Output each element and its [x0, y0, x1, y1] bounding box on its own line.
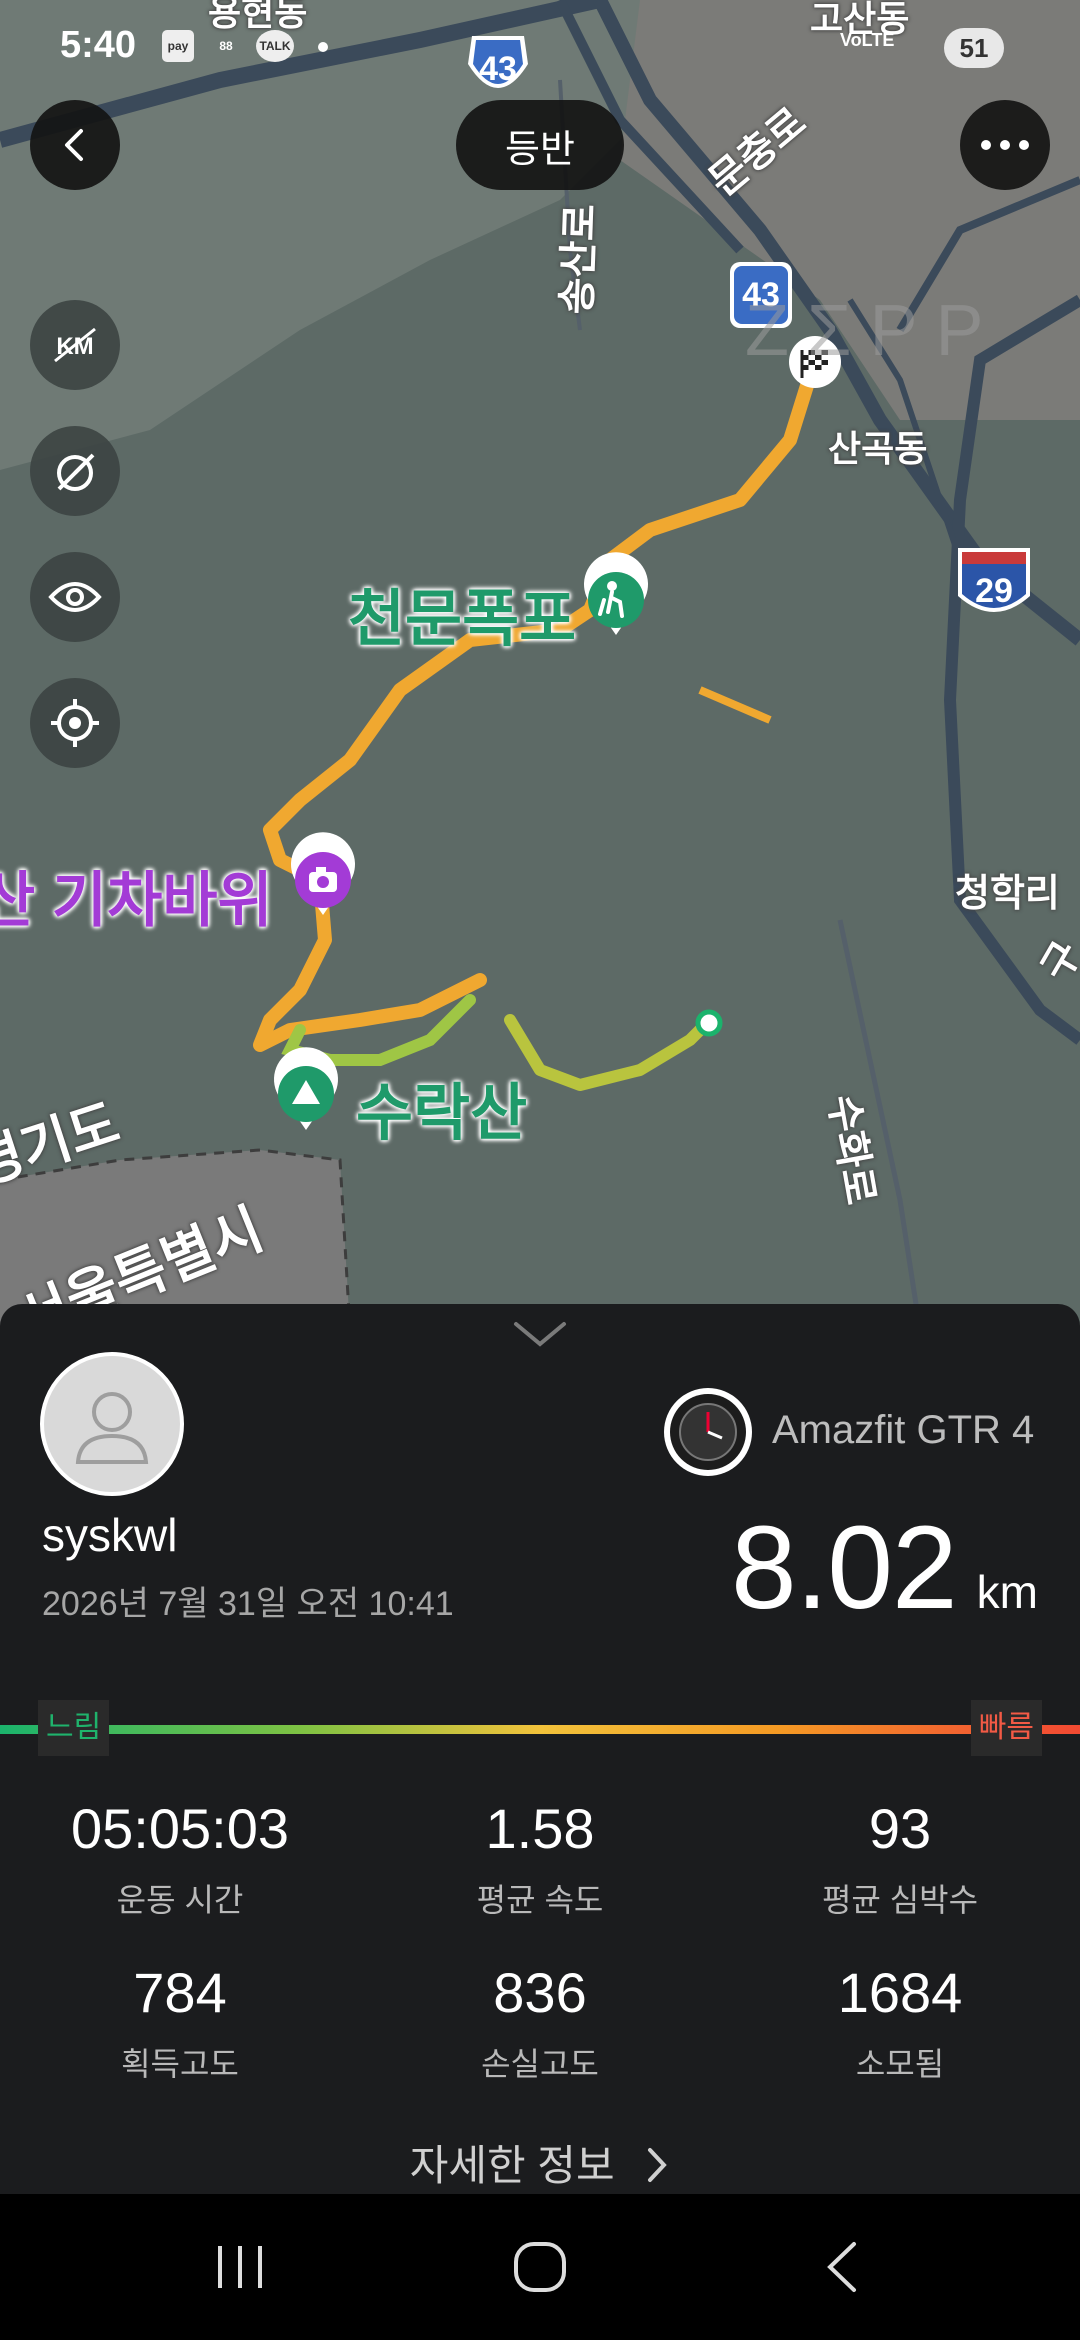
stat-value: 93: [868, 1797, 932, 1860]
stat-label: 평균 심박수: [821, 1882, 979, 1918]
pay-icon: pay: [162, 30, 194, 62]
speed-legend-bar: [0, 1725, 1080, 1734]
map-canvas[interactable]: 43 43 29 ZΣPP: [0, 0, 1080, 1330]
chevron-right-icon: [648, 2148, 668, 2182]
visibility-toggle-button[interactable]: [30, 552, 120, 642]
stat-calories: 1684 소모됨: [720, 1960, 1080, 2085]
speed-off-icon: [57, 453, 95, 491]
svg-text:29: 29: [975, 572, 1013, 610]
route-line-end: [504, 1014, 711, 1091]
back-button[interactable]: [30, 100, 120, 190]
stat-value: 836: [493, 1961, 587, 2024]
distance-unit: km: [976, 1566, 1038, 1618]
system-navigation-bar: [0, 2194, 1080, 2340]
more-details-label: 자세한 정보: [409, 2142, 615, 2189]
device-name: Amazfit GTR 4: [772, 1408, 1035, 1452]
speed-fast-label: 빠름: [970, 1700, 1042, 1756]
stat-elevation-gain: 784 획득고도: [0, 1960, 360, 2085]
eye-icon: [48, 582, 102, 612]
map-label-road: 송산로: [555, 203, 604, 316]
speed-display-toggle-button[interactable]: [30, 426, 120, 516]
recent-apps-icon[interactable]: [210, 2240, 270, 2294]
more-options-button[interactable]: [960, 100, 1050, 190]
avatar[interactable]: [40, 1352, 184, 1496]
locate-icon: [51, 699, 99, 747]
app-icon: 88: [219, 39, 233, 53]
mountain-marker-icon[interactable]: [273, 1047, 338, 1130]
kakaotalk-icon: TALK: [256, 30, 294, 62]
activity-datetime: 2026년 7월 31일 오전 10:41: [42, 1585, 454, 1623]
route-start-marker[interactable]: [695, 1009, 723, 1037]
stat-value: 05:05:03: [71, 1797, 289, 1860]
watch-icon: [664, 1388, 752, 1476]
route-line: [698, 686, 772, 724]
speed-slow-label: 느림: [38, 1700, 110, 1756]
battery-icon: 51: [944, 28, 1004, 68]
username: syskwl: [42, 1509, 178, 1561]
stat-elevation-loss: 836 손실고도: [360, 1960, 720, 2085]
distance-display: 8.02 km: [731, 1500, 1038, 1636]
stat-label: 획득고도: [121, 2046, 239, 2082]
stat-avg-speed: 1.58 평균 속도: [360, 1796, 720, 1921]
chevron-down-icon[interactable]: [512, 1318, 568, 1348]
map-label-photo-spot: 산 기차바위: [0, 867, 273, 934]
stat-label: 소모됨: [855, 2046, 945, 2082]
back-nav-icon[interactable]: [820, 2238, 864, 2296]
road-badge-29: 29: [958, 548, 1030, 612]
km-marker-toggle-button[interactable]: KM: [30, 300, 120, 390]
chevron-left-icon: [65, 129, 83, 161]
map-label-mountain: 수락산: [356, 1079, 528, 1148]
user-placeholder-icon: [75, 1392, 149, 1464]
stat-value: 1.58: [485, 1797, 595, 1860]
hiker-marker-icon[interactable]: [584, 552, 648, 635]
stat-label: 평균 속도: [476, 1882, 604, 1918]
distance-value: 8.02: [731, 1502, 958, 1634]
network-signal-icon: VoLTE: [840, 30, 895, 50]
map-label-place: 산곡동: [828, 428, 928, 469]
activity-summary-sheet[interactable]: syskwl 2026년 7월 31일 오전 10:41 Amazfit GTR…: [0, 1304, 1080, 2194]
map-label-waterfall: 천문폭포: [348, 585, 577, 654]
activity-type-badge: 등반: [456, 100, 624, 190]
status-time: 5:40: [60, 24, 137, 66]
stat-value: 784: [133, 1961, 227, 2024]
status-bar: 5:40 pay 88 TALK VoLTE 51: [0, 0, 1080, 90]
km-off-icon: KM: [54, 327, 96, 363]
zepp-watermark: ZΣPP: [745, 291, 1002, 371]
stat-value: 1684: [837, 1961, 963, 2024]
notification-dot-icon: [318, 42, 328, 52]
map-label-place: 청학리: [955, 873, 1060, 915]
stat-duration: 05:05:03 운동 시간: [0, 1796, 360, 1921]
stat-avg-heart-rate: 93 평균 심박수: [720, 1796, 1080, 1921]
home-icon[interactable]: [510, 2238, 570, 2296]
camera-marker-icon[interactable]: [291, 832, 355, 915]
map-view[interactable]: 43 43 29 ZΣPP 용현동 고산동 문충로 송산로 산곡동 청학리 구 …: [0, 0, 1080, 1330]
more-dots-icon: [981, 140, 1029, 150]
stat-label: 손실고도: [481, 2046, 599, 2082]
locate-button[interactable]: [30, 678, 120, 768]
stat-label: 운동 시간: [116, 1882, 244, 1918]
more-details-link[interactable]: 자세한 정보: [0, 2132, 1080, 2193]
